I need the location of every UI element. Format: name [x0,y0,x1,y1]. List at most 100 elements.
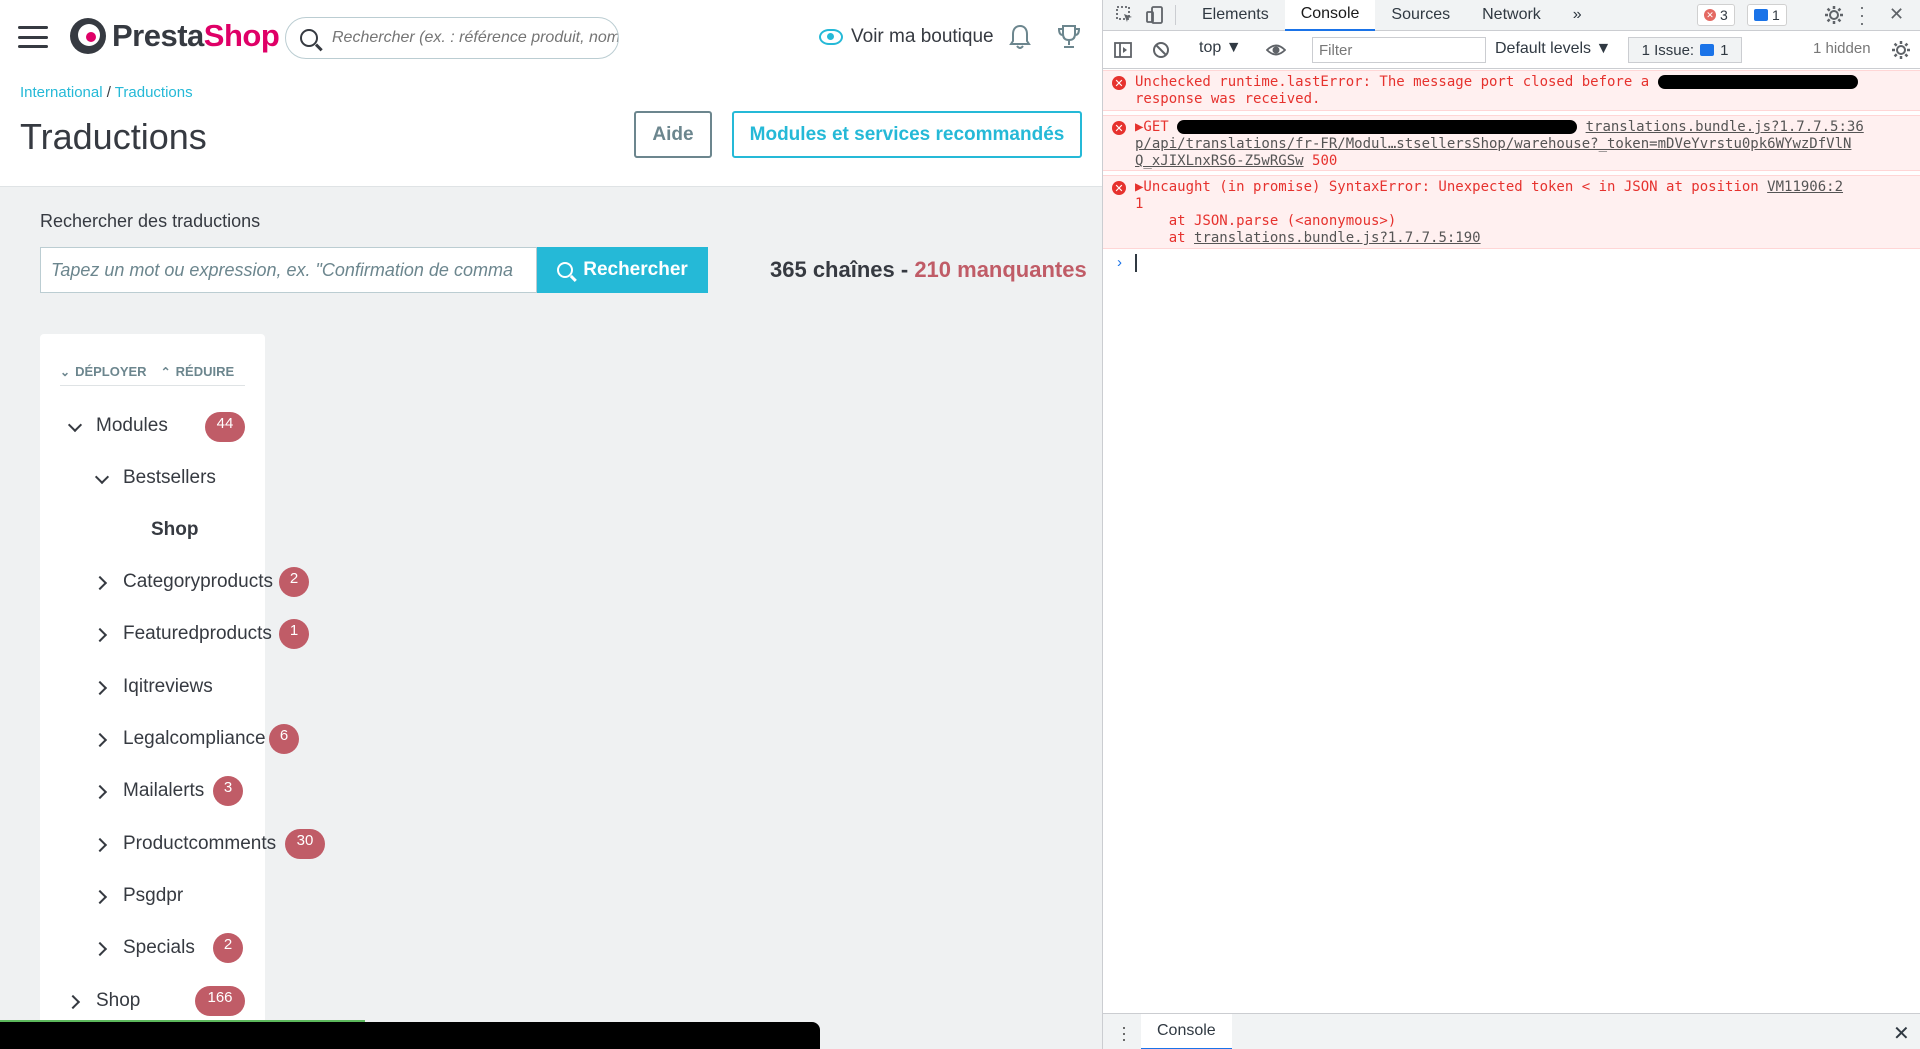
chevron-down-icon: ⌄ [60,364,71,379]
view-shop-link[interactable]: Voir ma boutique [819,26,994,48]
drawer-tab-console[interactable]: Console [1141,1014,1232,1049]
context-selector[interactable]: top ▼ [1199,39,1242,57]
console-log-error: ✕ ▶GET translations.bundle.js?1.7.7.5:36… [1103,115,1920,171]
trophy-icon[interactable] [1057,24,1081,50]
tree-node-shop[interactable]: Shop [68,990,140,1012]
tree-actions: ⌄ DÉPLOYER ⌃ RÉDUIRE [60,358,245,386]
search-icon [300,29,318,47]
missing-badge: 1 [279,619,309,649]
redacted-region [1177,120,1578,134]
chevron-right-icon [95,838,107,850]
top-header: PrestaShop Voir ma boutique [0,0,1102,76]
devtools-tabbar: Elements Console Sources Network » ✕ 3 1 … [1103,0,1920,32]
prestashop-logo[interactable]: PrestaShop [70,18,280,54]
header-search[interactable] [285,17,619,59]
breadcrumb: International / Traductions [20,84,193,101]
error-icon: ✕ [1112,76,1126,90]
message-icon [1754,9,1768,21]
tree-node-iqitreviews[interactable]: Iqitreviews [95,676,213,698]
puffin-logo-icon [70,18,106,54]
page-header: International / Traductions Traductions … [0,76,1102,187]
error-icon: ✕ [1112,121,1126,135]
source-link[interactable]: translations.bundle.js?1.7.7.5:36 [1586,119,1864,135]
missing-badge: 6 [269,724,299,754]
missing-badge: 2 [279,567,309,597]
translation-tree: ⌄ DÉPLOYER ⌃ RÉDUIRE Modules 44 Bestseller… [40,334,325,1049]
divider [1175,5,1176,25]
message-count-badge[interactable]: 1 [1747,4,1787,26]
error-count-badge[interactable]: ✕ 3 [1697,4,1735,26]
translation-search-input[interactable]: Tapez un mot ou expression, ex. "Confirm… [40,247,537,293]
message-icon [1700,44,1715,56]
source-link[interactable]: translations.bundle.js?1.7.7.5:190 [1194,230,1481,246]
tree-node-featuredproducts[interactable]: Featuredproducts [95,623,272,645]
tree-node-legalcompliance[interactable]: Legalcompliance [95,728,266,750]
chevron-right-icon [95,733,107,745]
tree-node-productcomments[interactable]: Productcomments [95,833,276,855]
collapse-all-button[interactable]: ⌃ RÉDUIRE [161,364,235,379]
chevron-right-icon [95,628,107,640]
tree-node-shop-selected[interactable]: Shop [151,519,199,541]
request-url-link[interactable]: Q_xJIXLnxRS6-Z5wRGSw [1135,153,1304,169]
redacted-region [0,1022,820,1049]
tree-node-psgdpr[interactable]: Psgdpr [95,885,183,907]
clear-console-icon[interactable] [1151,40,1171,60]
tab-sources[interactable]: Sources [1375,0,1466,31]
hidden-count: 1 hidden [1813,40,1871,57]
error-icon: ✕ [1704,9,1716,21]
recommended-modules-button[interactable]: Modules et services recommandés [732,111,1082,158]
live-expression-eye-icon[interactable] [1266,40,1286,60]
close-drawer-icon[interactable]: ✕ [1893,1021,1910,1046]
sidebar-toggle-icon[interactable] [1113,40,1133,60]
console-filter-input[interactable]: Filter [1312,37,1486,63]
page-title: Traductions [20,116,207,157]
console-log-error: ✕ Unchecked runtime.lastError: The messa… [1103,70,1920,111]
chevron-down-icon [95,472,107,484]
breadcrumb-traductions[interactable]: Traductions [115,84,193,101]
tree-node-mailalerts[interactable]: Mailalerts [95,780,204,802]
tree-node-modules[interactable]: Modules [68,415,168,437]
missing-badge: 44 [205,412,245,442]
gear-icon[interactable] [1824,5,1844,25]
missing-badge: 166 [195,986,245,1016]
missing-count: 210 manquantes [914,257,1087,282]
missing-badge: 3 [213,776,243,806]
devtools-panel: Elements Console Sources Network » ✕ 3 1 … [1102,0,1920,1049]
devtools-drawer: · · · Console ✕ [1103,1013,1920,1049]
help-button[interactable]: Aide [634,111,712,158]
tab-network[interactable]: Network [1466,0,1557,31]
breadcrumb-international[interactable]: International [20,84,103,101]
prestashop-admin: PrestaShop Voir ma boutique Internationa… [0,0,1102,1049]
tree-node-categoryproducts[interactable]: Categoryproducts [95,571,273,593]
tab-console[interactable]: Console [1284,0,1376,31]
request-url-link[interactable]: p/api/translations/fr-FR/Modul…stsellers… [1135,136,1851,152]
search-button[interactable]: Rechercher [537,247,708,293]
log-levels-dropdown[interactable]: Default levels ▼ [1495,40,1611,58]
logo-text: PrestaShop [112,18,280,53]
console-settings-gear-icon[interactable] [1891,40,1911,60]
expand-all-button[interactable]: ⌄ DÉPLOYER [60,364,147,379]
tree-node-specials[interactable]: Specials [95,937,195,959]
source-link[interactable]: VM11906:2 [1767,179,1843,195]
console-prompt-icon: › [1117,254,1122,271]
inspect-element-icon[interactable] [1115,5,1135,25]
tab-elements[interactable]: Elements [1186,0,1285,31]
chevron-right-icon [95,890,107,902]
console-toolbar: top ▼ Filter Default levels ▼ 1 Issue: 1 … [1103,31,1920,69]
chevron-down-icon [68,420,80,432]
device-toolbar-icon[interactable] [1145,5,1165,25]
drawer-menu-icon[interactable]: · · · [1121,1018,1127,1048]
bell-icon[interactable] [1009,24,1031,50]
issues-button[interactable]: 1 Issue: 1 [1628,37,1742,63]
app-root: PrestaShop Voir ma boutique Internationa… [0,0,1920,1049]
chevron-up-icon: ⌃ [160,364,171,379]
missing-badge: 2 [213,933,243,963]
translation-counts: 365 chaînes - 210 manquantes [770,257,1087,282]
kebab-menu-icon[interactable]: · · · [1859,0,1865,32]
more-tabs-icon[interactable]: » [1557,0,1598,31]
console-input-caret[interactable] [1135,254,1137,272]
close-devtools-icon[interactable]: ✕ [1889,4,1904,25]
menu-icon[interactable] [18,26,48,48]
tree-node-bestsellers[interactable]: Bestsellers [95,467,216,489]
header-search-input[interactable] [332,29,618,47]
